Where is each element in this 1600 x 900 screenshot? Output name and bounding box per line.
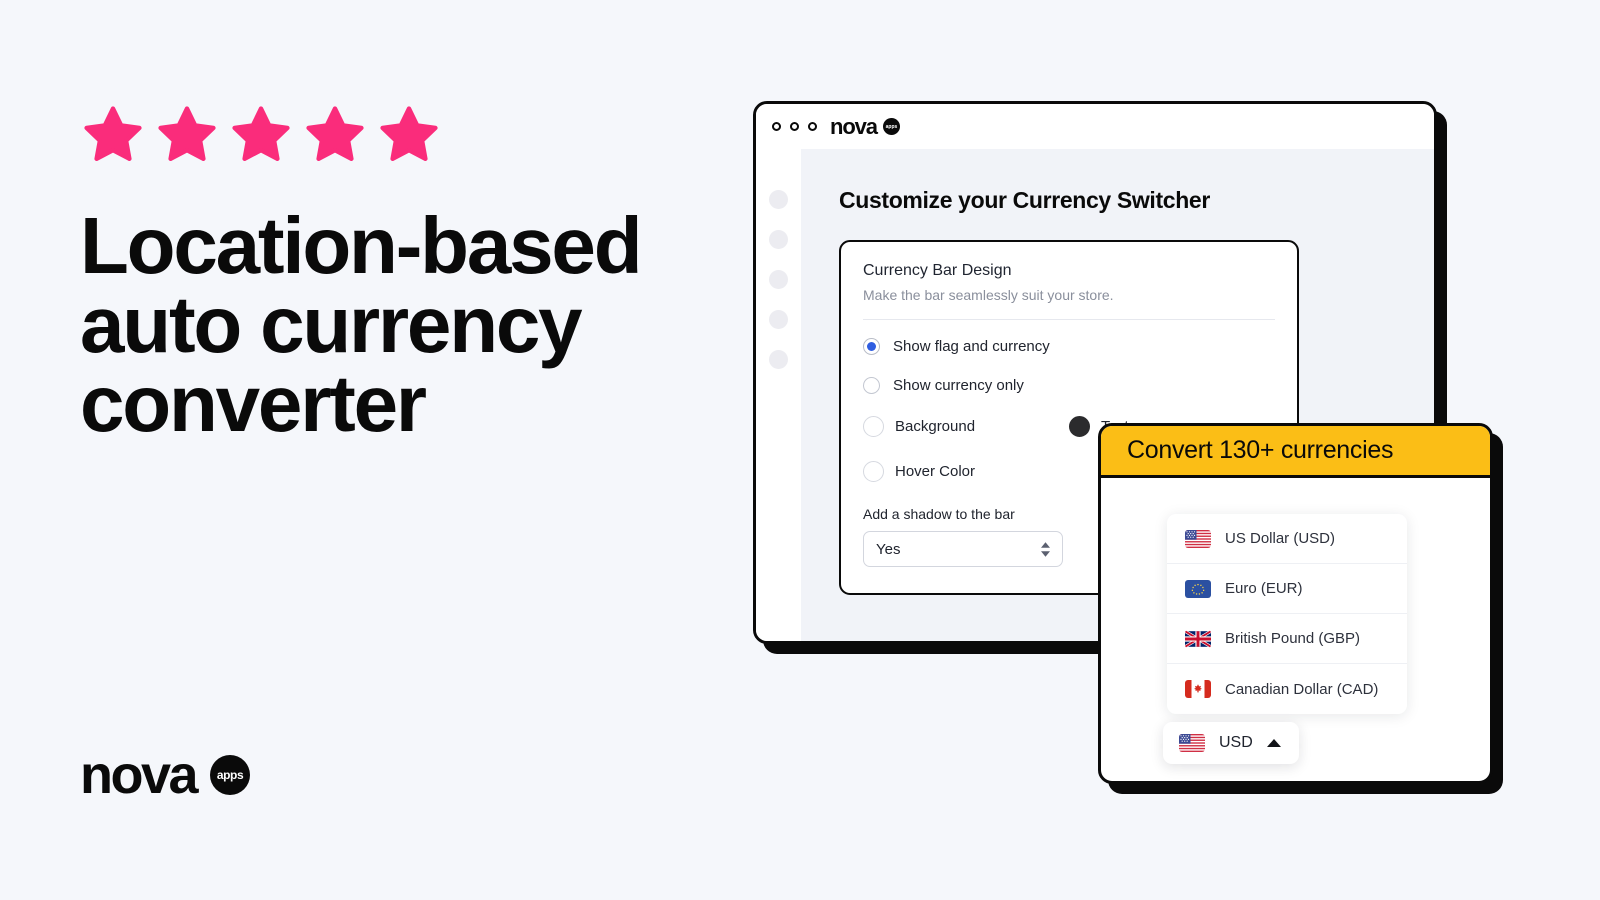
star-icon	[232, 106, 290, 161]
window-dot-icon[interactable]	[790, 122, 799, 131]
currency-label: Canadian Dollar (CAD)	[1225, 680, 1379, 698]
currency-label: British Pound (GBP)	[1225, 630, 1361, 647]
sidebar-item-1[interactable]	[769, 190, 788, 209]
titlebar-logo: nova apps	[830, 113, 900, 139]
currency-list-item[interactable]: British Pound (GBP)	[1167, 614, 1407, 664]
color-picker-hover[interactable]: Hover Color	[863, 461, 1083, 482]
radio-label: Show currency only	[893, 377, 1024, 394]
color-picker-background[interactable]: Background	[863, 416, 1069, 437]
shadow-select-value: Yes	[876, 540, 901, 558]
card-subtitle: Make the bar seamlessly suit your store.	[863, 287, 1114, 303]
swatch-label: Background	[895, 418, 976, 435]
radio-option-currency-only[interactable]: Show currency only	[863, 377, 1275, 394]
currency-label: Euro (EUR)	[1225, 580, 1303, 597]
radio-button-selected[interactable]	[863, 338, 880, 355]
radio-label: Show flag and currency	[893, 338, 1050, 355]
color-swatch-icon[interactable]	[863, 416, 884, 437]
star-icon	[158, 106, 216, 161]
shadow-select[interactable]: Yes	[863, 531, 1063, 567]
headline-line-2: auto currency	[80, 280, 583, 370]
window-controls	[772, 122, 817, 131]
titlebar-badge: apps	[882, 118, 900, 135]
panel-body: US Dollar (USD) Euro (EUR) British Pound…	[1101, 478, 1490, 781]
rating-stars	[80, 100, 700, 170]
gb-flag-icon	[1185, 629, 1211, 648]
titlebar-wordmark: nova	[830, 113, 878, 139]
radio-option-flag-and-currency[interactable]: Show flag and currency	[863, 338, 1275, 355]
nova-apps-logo: nova apps	[80, 745, 251, 805]
color-swatch-icon[interactable]	[863, 461, 884, 482]
poster-stage: Location-based auto currency converter n…	[0, 0, 1600, 900]
panel-header-title: Convert 130+ currencies	[1127, 436, 1394, 464]
us-flag-icon	[1179, 734, 1205, 752]
customize-heading: Customize your Currency Switcher	[839, 187, 1210, 213]
window-dot-icon[interactable]	[808, 122, 817, 131]
sidebar-item-4[interactable]	[769, 310, 788, 329]
brand-wordmark: nova	[80, 745, 199, 805]
headline-line-3: converter	[80, 359, 427, 449]
ca-flag-icon	[1185, 680, 1211, 698]
currency-dropdown-list: US Dollar (USD) Euro (EUR) British Pound…	[1167, 514, 1407, 714]
panel-header: Convert 130+ currencies	[1101, 426, 1490, 478]
headline-line-1: Location-based	[80, 201, 643, 290]
eu-flag-icon	[1185, 579, 1211, 598]
page-title: Location-based auto currency converter	[80, 201, 700, 449]
us-flag-icon	[1185, 529, 1211, 548]
caret-up-icon[interactable]	[1266, 739, 1281, 747]
color-swatch-icon[interactable]	[1069, 416, 1090, 437]
swatch-label: Hover Color	[895, 463, 976, 480]
sidebar-item-5[interactable]	[769, 350, 788, 369]
star-icon	[380, 106, 438, 161]
app-sidebar	[756, 149, 801, 641]
chevron-updown-icon	[1041, 541, 1050, 557]
currency-label: US Dollar (USD)	[1225, 530, 1336, 547]
card-title: Currency Bar Design	[863, 262, 1012, 279]
star-icon	[84, 106, 142, 161]
star-icon	[306, 106, 364, 161]
sidebar-item-2[interactable]	[769, 230, 788, 249]
currency-selector-button[interactable]: USD	[1163, 722, 1299, 764]
window-titlebar: nova apps	[756, 104, 1434, 149]
hero-section: Location-based auto currency converter	[80, 100, 700, 444]
currency-list-item[interactable]: Canadian Dollar (CAD)	[1167, 664, 1407, 714]
currency-switcher-panel: Convert 130+ currencies US Dollar (USD) …	[1098, 423, 1493, 784]
window-dot-icon[interactable]	[772, 122, 781, 131]
card-divider	[863, 319, 1275, 320]
currency-list-item[interactable]: Euro (EUR)	[1167, 564, 1407, 614]
currency-list-item[interactable]: US Dollar (USD)	[1167, 514, 1407, 564]
brand-badge: apps	[210, 755, 251, 795]
radio-button[interactable]	[863, 377, 880, 394]
sidebar-item-3[interactable]	[769, 270, 788, 289]
selected-currency-code: USD	[1219, 734, 1253, 751]
